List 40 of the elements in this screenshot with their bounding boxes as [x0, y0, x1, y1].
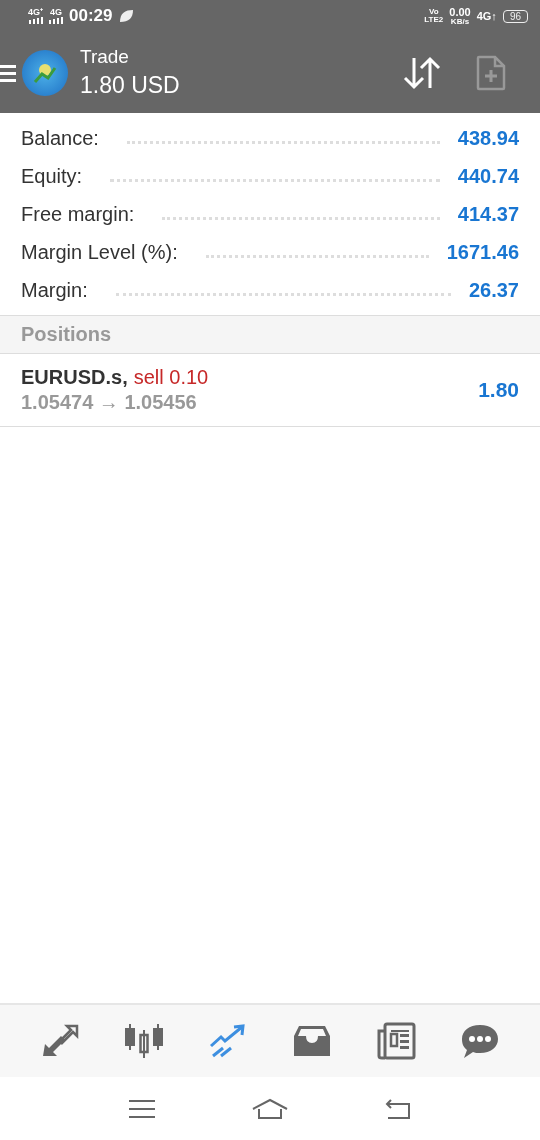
back-icon[interactable]	[385, 1097, 412, 1120]
position-type: sell 0.10	[133, 366, 209, 389]
candlestick-icon	[124, 1022, 164, 1060]
summary-label: Margin Level (%):	[21, 240, 178, 264]
inbox-icon	[292, 1024, 331, 1058]
network-label: 4G↑	[476, 10, 497, 22]
home-icon[interactable]	[252, 1097, 288, 1120]
chat-icon	[461, 1023, 500, 1059]
summary-label: Free margin:	[21, 202, 135, 226]
app-logo	[22, 49, 68, 96]
trend-icon	[209, 1024, 248, 1058]
screen-title: Trade	[80, 46, 130, 68]
position-prices: 1.05474 → 1.05456	[21, 391, 198, 414]
position-symbol[interactable]: EURUSD.s,	[21, 366, 128, 389]
speed-unit: KB/s	[450, 17, 470, 26]
signal-icon	[49, 17, 63, 24]
network-label: 4G	[50, 8, 62, 17]
menu-icon[interactable]	[128, 1098, 155, 1119]
volte-label: Vo LTE2	[424, 8, 444, 24]
summary-label: Equity:	[21, 164, 83, 188]
signal-icon	[28, 17, 43, 24]
position-profit: 1.80	[478, 378, 519, 402]
clock: 00:29	[69, 6, 113, 26]
summary-value: 414.37	[457, 202, 519, 226]
summary-label: Balance:	[21, 126, 99, 150]
data-speed: 0.00	[449, 6, 471, 18]
profit-total: 1.80 USD	[80, 72, 181, 99]
summary-value: 438.94	[457, 126, 519, 150]
section-title: Positions	[21, 323, 111, 346]
network-label: 4G⁺	[28, 8, 43, 17]
summary-value: 26.37	[468, 278, 519, 302]
summary-value: 1671.46	[446, 240, 519, 264]
leaf-icon	[118, 9, 134, 23]
menu-icon[interactable]	[0, 62, 16, 83]
summary-value: 440.74	[457, 164, 519, 188]
battery-level: 96	[502, 9, 528, 23]
sort-icon[interactable]	[402, 55, 442, 90]
summary-label: Margin:	[21, 278, 88, 302]
newspaper-icon	[375, 1022, 416, 1060]
arrows-icon	[40, 1024, 79, 1058]
